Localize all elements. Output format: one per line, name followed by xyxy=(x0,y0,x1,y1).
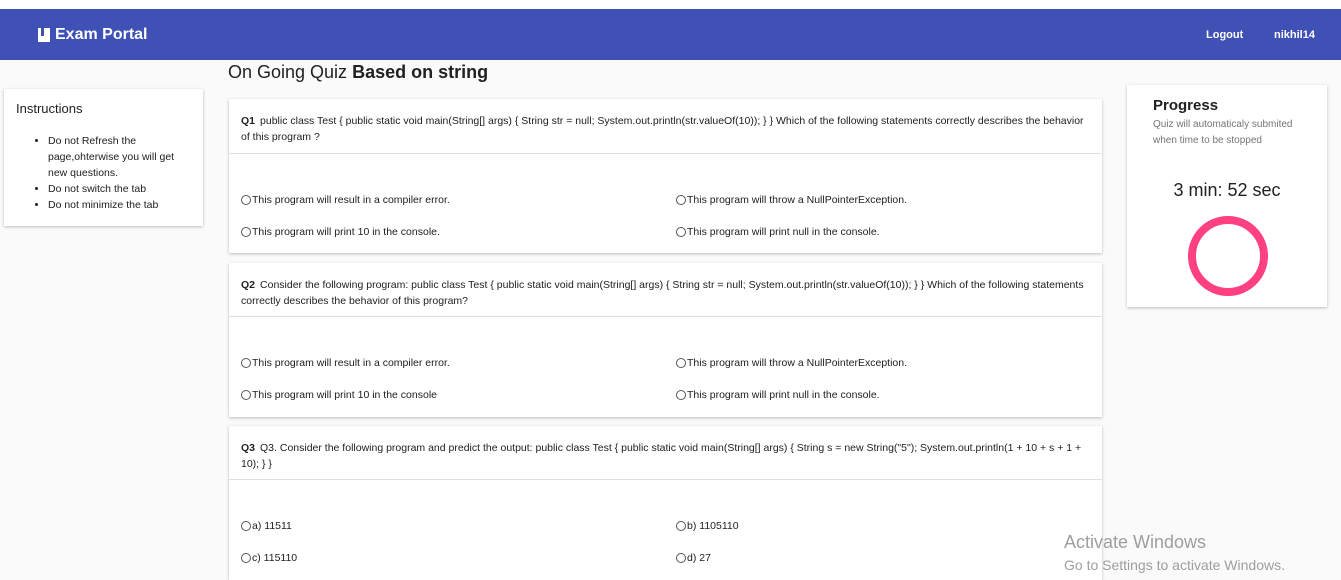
question-card-2: Q2 Consider the following program: public… xyxy=(229,263,1102,417)
question-text: Q1 public class Test { public static void… xyxy=(241,113,1091,145)
radio-button[interactable] xyxy=(676,390,686,400)
page-title: On Going Quiz Based on string xyxy=(228,62,488,83)
question-header: Q2 Consider the following program: public… xyxy=(229,263,1102,317)
instructions-card: Instructions Do not Refresh the page,oht… xyxy=(4,89,203,226)
option-2d[interactable]: This program will print null in the cons… xyxy=(676,389,880,401)
brand-title: Exam Portal xyxy=(55,25,148,43)
option-label: This program will print 10 in the consol… xyxy=(252,226,440,238)
option-label: c) 115110 xyxy=(252,552,298,564)
option-label: This program will print 10 in the consol… xyxy=(252,389,438,401)
question-text: Q2 Consider the following program: public… xyxy=(241,277,1091,309)
instructions-title: Instructions xyxy=(16,101,83,116)
book-icon xyxy=(38,27,50,42)
option-3c[interactable]: c) 115110 xyxy=(241,552,297,564)
option-label: a) 11511 xyxy=(252,520,292,532)
activate-windows-watermark: Activate Windows Go to Settings to activ… xyxy=(1064,532,1285,573)
question-body: Q3. Consider the following program and p… xyxy=(241,442,1082,470)
watermark-title: Activate Windows xyxy=(1064,532,1207,552)
option-2b[interactable]: This program will throw a NullPointerExc… xyxy=(676,357,907,369)
radio-button[interactable] xyxy=(676,521,686,531)
option-1c[interactable]: This program will print 10 in the consol… xyxy=(241,226,440,238)
radio-button[interactable] xyxy=(241,521,251,531)
option-1a[interactable]: This program will result in a compiler e… xyxy=(241,194,450,206)
question-number: Q3 xyxy=(241,442,256,454)
question-number: Q2 xyxy=(241,279,256,291)
question-number: Q1 xyxy=(241,115,256,127)
radio-button[interactable] xyxy=(241,195,251,205)
radio-button[interactable] xyxy=(241,227,251,237)
option-label: This program will throw a NullPointerExc… xyxy=(687,194,908,206)
question-card-3: Q3 Q3. Consider the following program and… xyxy=(229,426,1102,580)
progress-card: Progress Quiz will automaticaly submited… xyxy=(1127,85,1327,307)
option-2c[interactable]: This program will print 10 in the consol… xyxy=(241,389,437,401)
progress-title: Progress xyxy=(1153,97,1219,114)
question-card-1: Q1 public class Test { public static void… xyxy=(229,99,1102,253)
option-1d[interactable]: This program will print null in the cons… xyxy=(676,226,880,238)
quiz-name: Based on string xyxy=(352,62,489,82)
radio-button[interactable] xyxy=(676,358,686,368)
brand[interactable]: Exam Portal xyxy=(38,9,147,60)
instruction-item: Do not minimize the tab xyxy=(48,197,188,213)
option-label: b) 1105110 xyxy=(687,520,739,532)
option-3d[interactable]: d) 27 xyxy=(676,552,711,564)
top-strip xyxy=(0,0,1341,9)
option-label: This program will print null in the cons… xyxy=(687,389,880,401)
radio-button[interactable] xyxy=(241,553,251,563)
option-3a[interactable]: a) 11511 xyxy=(241,520,292,532)
page-title-prefix: On Going Quiz xyxy=(228,62,348,82)
instruction-item: Do not switch the tab xyxy=(48,181,188,197)
username-link[interactable]: nikhil14 xyxy=(1274,9,1315,60)
question-text: Q3 Q3. Consider the following program and… xyxy=(241,440,1091,472)
option-label: This program will print null in the cons… xyxy=(687,226,880,238)
option-label: This program will throw a NullPointerExc… xyxy=(687,357,908,369)
watermark-subtitle: Go to Settings to activate Windows. xyxy=(1064,557,1285,573)
question-header: Q3 Q3. Consider the following program and… xyxy=(229,426,1102,480)
option-label: This program will result in a compiler e… xyxy=(252,194,450,206)
radio-button[interactable] xyxy=(676,553,686,563)
question-body: Consider the following program: public c… xyxy=(241,279,1084,307)
question-header: Q1 public class Test { public static void… xyxy=(229,99,1102,154)
option-2a[interactable]: This program will result in a compiler e… xyxy=(241,357,450,369)
spinner-arc xyxy=(1188,216,1268,296)
radio-button[interactable] xyxy=(241,358,251,368)
option-label: This program will result in a compiler e… xyxy=(252,357,450,369)
instructions-list: Do not Refresh the page,ohterwise you wi… xyxy=(4,133,188,213)
option-3b[interactable]: b) 1105110 xyxy=(676,520,739,532)
radio-button[interactable] xyxy=(241,390,251,400)
radio-button[interactable] xyxy=(676,195,686,205)
radio-button[interactable] xyxy=(676,227,686,237)
question-body: public class Test { public static void m… xyxy=(241,115,1084,143)
instruction-item: Do not Refresh the page,ohterwise you wi… xyxy=(48,133,188,181)
countdown-timer: 3 min: 52 sec xyxy=(1173,180,1281,200)
navbar: Exam Portal Logout nikhil14 xyxy=(0,9,1341,60)
progress-spinner xyxy=(1188,216,1268,296)
progress-subtitle: Quiz will automaticaly submited when tim… xyxy=(1153,119,1293,146)
logout-button[interactable]: Logout xyxy=(1206,9,1243,60)
option-label: d) 27 xyxy=(687,552,711,564)
option-1b[interactable]: This program will throw a NullPointerExc… xyxy=(676,194,907,206)
